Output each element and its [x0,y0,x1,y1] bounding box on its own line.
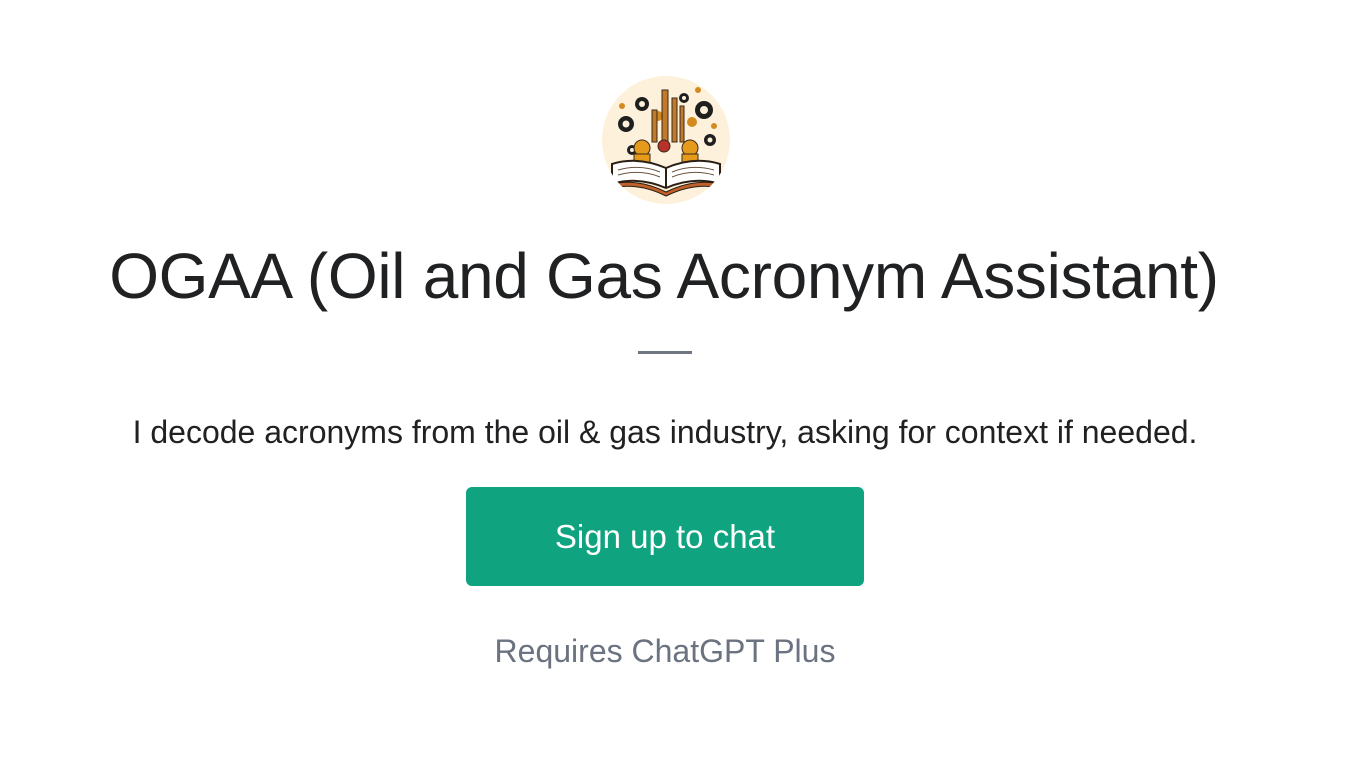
gpt-avatar [602,76,730,204]
gpt-landing-page: OGAA (Oil and Gas Acronym Assistant) I d… [0,0,1360,764]
plan-requirement-note: Requires ChatGPT Plus [494,633,836,669]
gpt-description: I decode acronyms from the oil & gas ind… [132,414,1198,450]
sign-up-button[interactable]: Sign up to chat [466,487,864,586]
title-divider [638,351,692,354]
oil-gas-book-gears-icon [602,76,730,204]
gpt-title: OGAA (Oil and Gas Acronym Assistant) [109,240,1219,312]
